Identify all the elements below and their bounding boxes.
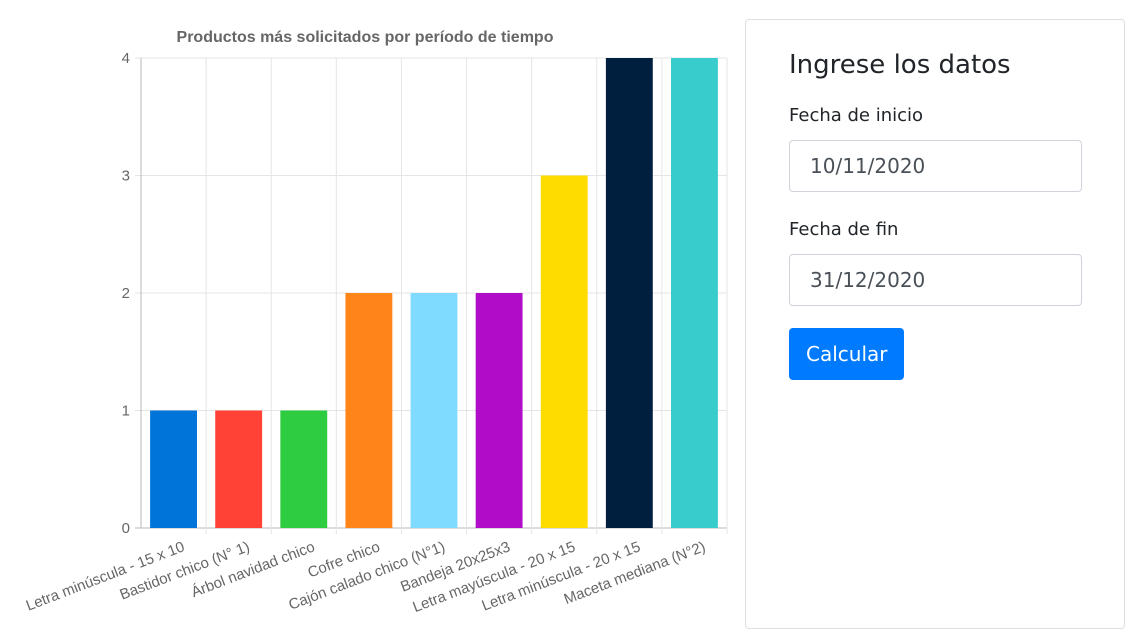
y-tick-label: 0 — [122, 520, 130, 537]
calculate-button[interactable]: Calcular — [789, 328, 905, 380]
start-date-label: Fecha de inicio — [789, 105, 924, 126]
bar[interactable] — [475, 293, 523, 528]
y-tick-label: 3 — [122, 168, 130, 185]
y-tick-label: 2 — [122, 285, 130, 302]
end-date-label: Fecha de fin — [789, 219, 899, 240]
bar[interactable] — [540, 175, 588, 529]
bar[interactable] — [605, 58, 653, 528]
bar[interactable] — [215, 410, 263, 529]
bar[interactable] — [410, 293, 458, 528]
bar[interactable] — [280, 410, 328, 529]
end-date-input[interactable]: 31/12/2020 — [789, 254, 1082, 306]
form-title: Ingrese los datos — [789, 50, 1011, 80]
chart-title: Productos más solicitados por período de… — [177, 29, 554, 46]
bar[interactable] — [150, 410, 197, 529]
start-date-input[interactable]: 10/11/2020 — [789, 140, 1082, 192]
date-form-card: Ingrese los datos Fecha de inicio 10/11/… — [745, 19, 1125, 629]
bar[interactable] — [345, 293, 393, 528]
bar[interactable] — [671, 58, 718, 528]
chart-svg: Productos más solicitados por período de… — [24, 29, 728, 616]
y-tick-label: 4 — [122, 50, 130, 67]
y-tick-label: 1 — [122, 403, 130, 420]
bar-chart: Productos más solicitados por período de… — [0, 0, 735, 618]
